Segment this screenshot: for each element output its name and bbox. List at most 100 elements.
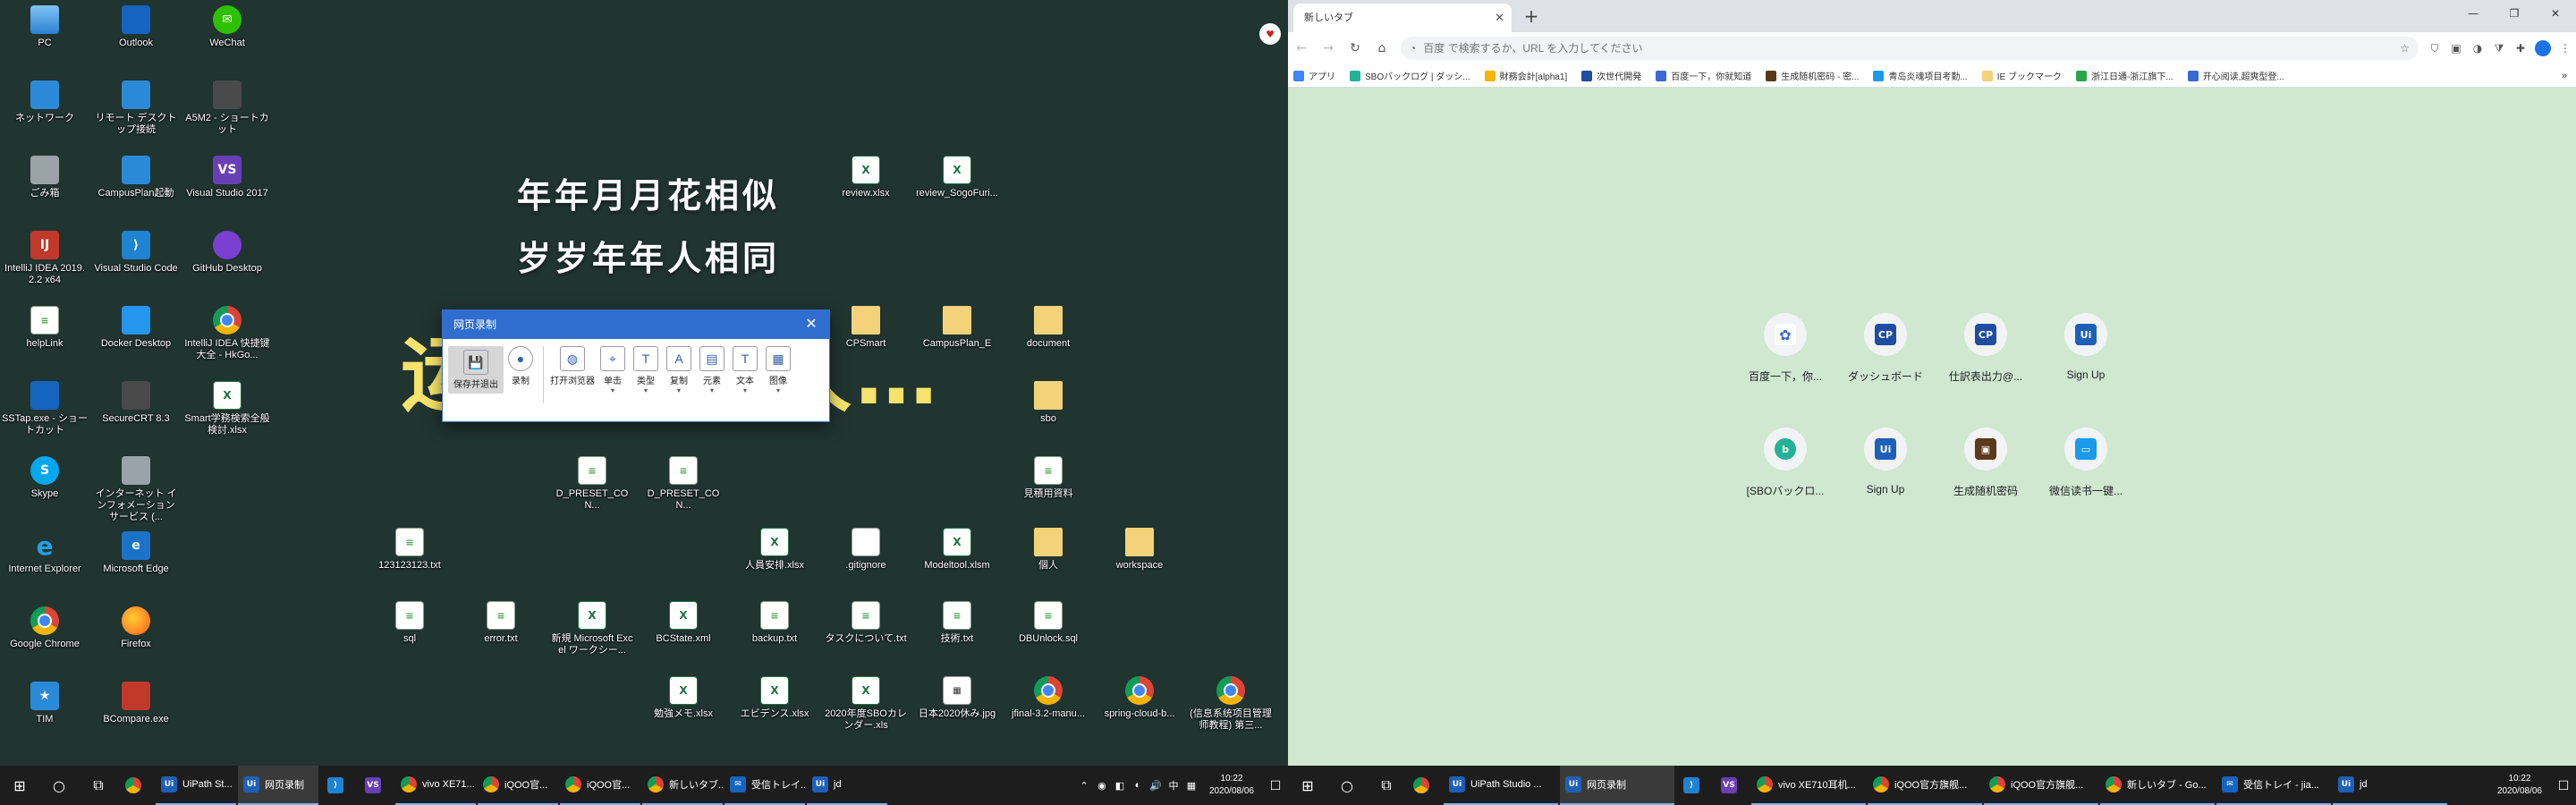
desktop-icon[interactable]: S Skype (2, 456, 88, 500)
search-icon[interactable]: ○ (1327, 766, 1367, 805)
desktop-icon[interactable]: X Modeltool.xlsm (914, 528, 1000, 572)
taskbar-app[interactable]: Ui UiPath Studio ... (1444, 766, 1558, 805)
taskbar-chrome-pin[interactable] (1406, 766, 1442, 805)
desktop-icon[interactable]: SecureCRT 8.3 (93, 381, 179, 425)
taskbar-app[interactable]: 新しいタブ - Go... (2100, 766, 2215, 805)
maximize-icon[interactable]: ❐ (2494, 0, 2535, 27)
floating-tray-icon[interactable]: ♥ (1259, 23, 1281, 45)
desktop-icon[interactable]: ≡ 123123123.txt (367, 528, 453, 572)
record-button[interactable]: ● 录制 (504, 346, 537, 386)
taskbar-app[interactable]: iQOO官方旗舰... (1868, 766, 1982, 805)
taskbar-app[interactable]: vivo XE71... (395, 766, 476, 805)
shortcut-tile[interactable]: Ui Sign Up (2036, 313, 2136, 381)
desktop-icon[interactable]: リモート デスクトップ接続 (93, 80, 179, 136)
desktop-icon[interactable]: SSTap.exe - ショートカット (2, 381, 88, 436)
desktop-icon[interactable]: ✉ WeChat (184, 5, 270, 49)
bookmark-item[interactable]: 浙江日通-浙江旗下... (2076, 69, 2174, 82)
clock[interactable]: 10:22 2020/08/06 (2497, 773, 2542, 798)
taskbar-app[interactable]: 新しいタブ... (642, 766, 723, 805)
taskbar-app[interactable]: iQOO官... (478, 766, 558, 805)
desktop-icon[interactable]: A5M2 - ショートカット (184, 80, 270, 136)
bookmark-item[interactable]: 百度一下，你就知道 (1656, 69, 1751, 82)
desktop-icon[interactable]: ≡ 技術.txt (914, 601, 1000, 645)
profile-avatar[interactable] (2535, 40, 2551, 56)
desktop-icon[interactable]: Xreview.xlsx (823, 156, 909, 199)
tray-app-icon[interactable]: ◐ (1131, 780, 1145, 791)
shortcut-tile[interactable]: CP ダッシュボード (1835, 313, 1936, 384)
forward-arrow-icon[interactable]: → (1315, 41, 1342, 55)
desktop-icon[interactable]: Google Chrome (2, 606, 88, 650)
shortcut-tile[interactable]: ▣ 生成随机密码 (1936, 428, 2036, 498)
element-button[interactable]: ▤ 元素 ▾ (696, 346, 728, 394)
taskbar-app[interactable]: ⟩ (1676, 766, 1712, 805)
chevron-up-icon[interactable]: ⌃ (1077, 780, 1091, 792)
extension-filter-icon[interactable]: ⧩ (2488, 42, 2510, 55)
extension-doc-icon[interactable]: ▣ (2445, 42, 2467, 55)
desktop-icon[interactable]: document (1005, 306, 1091, 350)
ime-indicator[interactable]: 中 (1166, 778, 1181, 792)
shortcut-tile[interactable]: ▭ 微信读书一键... (2036, 428, 2136, 498)
new-tab-plus-icon[interactable]: + (1519, 0, 1544, 32)
taskbar-app[interactable]: Ui 网页录制 (1560, 766, 1674, 805)
desktop-icon[interactable]: ≡ D_PRESET_CON... (640, 456, 726, 512)
omnibox[interactable]: ◔ ☆ (1401, 37, 2419, 60)
notification-icon[interactable]: ☐ (2551, 778, 2576, 793)
type-button[interactable]: T 类型 ▾ (630, 346, 662, 394)
image-button[interactable]: ▦ 图像 ▾ (762, 346, 794, 394)
desktop-icon[interactable]: X 人員安排.xlsx (732, 528, 818, 572)
desktop-icon[interactable]: IntelliJ IDEA 快捷键大全 - HkGo... (184, 306, 270, 361)
taskbar-chrome-pin[interactable] (118, 766, 154, 805)
taskbar-app[interactable]: VS (1714, 766, 1750, 805)
desktop-icon[interactable]: X BCState.xml (640, 601, 726, 645)
taskbar-app[interactable]: ✉ 受信トレイ... (724, 766, 805, 805)
desktop-icon[interactable]: VS Visual Studio 2017 (184, 156, 270, 199)
volume-icon[interactable]: 🔊 (1148, 780, 1163, 792)
taskbar-app[interactable]: Ui 网页录制 (238, 766, 318, 805)
home-icon[interactable]: ⌂ (1368, 41, 1395, 55)
close-icon[interactable]: ✕ (802, 310, 820, 339)
desktop-icon[interactable]: Docker Desktop (93, 306, 179, 350)
taskbar-app[interactable]: Ui UiPath St... (156, 766, 236, 805)
taskbar-app[interactable]: iQOO官方旗舰... (1984, 766, 2098, 805)
windows-start-icon[interactable]: ⊞ (1288, 766, 1327, 805)
desktop-icon[interactable]: ≡ DBUnlock.sql (1005, 601, 1091, 645)
tray-app-icon[interactable]: ◉ (1095, 780, 1109, 792)
minimize-icon[interactable]: — (2453, 0, 2494, 27)
desktop-icon[interactable]: ≡ error.txt (458, 601, 544, 645)
desktop-icon[interactable]: ≡ helpLink (2, 306, 88, 350)
recorder-titlebar[interactable]: 网页录制 ✕ (443, 310, 829, 339)
desktop-icon[interactable]: ≡ sql (367, 601, 453, 645)
desktop-icon[interactable]: インターネット インフォメーション サービス (... (93, 456, 179, 523)
desktop-icon[interactable]: ★ TIM (2, 682, 88, 725)
desktop-icon[interactable]: .gitignore (823, 528, 909, 572)
star-icon[interactable]: ☆ (2400, 42, 2410, 55)
desktop-icon[interactable]: spring-cloud-b... (1097, 676, 1182, 720)
open-browser-button[interactable]: ◍ 打开浏览器 (549, 346, 596, 386)
shortcut-tile[interactable]: Ui Sign Up (1835, 428, 1936, 496)
shortcut-tile[interactable]: CP 仕訳表出力@... (1936, 313, 2036, 384)
address-input[interactable] (1423, 42, 2401, 55)
search-icon[interactable]: ○ (39, 766, 79, 805)
shortcut-tile[interactable]: b [SBOバックロ... (1735, 428, 1835, 498)
extension-circle-icon[interactable]: ◑ (2467, 42, 2488, 55)
desktop-icon[interactable]: ≡ backup.txt (732, 601, 818, 645)
taskbar-app[interactable]: Ui jd (807, 766, 887, 805)
desktop-icon[interactable]: e Microsoft Edge (93, 531, 179, 575)
taskbar-app[interactable]: ✉ 受信トレイ - jia... (2216, 766, 2331, 805)
bookmark-item[interactable]: 財務会計[alpha1] (1484, 69, 1567, 82)
desktop-icon[interactable]: Firefox (93, 606, 179, 650)
desktop-icon[interactable]: GitHub Desktop (184, 231, 270, 275)
grid-icon[interactable]: ▦ (1184, 780, 1199, 792)
bookmark-item[interactable]: 次世代開発 (1581, 69, 1641, 82)
desktop-icon[interactable]: (信息系统项目管理师教程) 第三... (1188, 676, 1274, 732)
bookmark-item[interactable]: 生成随机密码 - 密... (1766, 69, 1859, 82)
desktop-icon[interactable]: 個人 (1005, 528, 1091, 572)
windows-start-icon[interactable]: ⊞ (0, 766, 39, 805)
bookmark-item[interactable]: SBOバックログ | ダッシ... (1350, 69, 1470, 82)
tray-app-icon[interactable]: ◧ (1113, 780, 1127, 792)
desktop-icon[interactable]: ≡ タスクについて.txt (823, 601, 909, 645)
bookmark-item[interactable]: 开心阅读,超爽型登... (2187, 69, 2284, 82)
desktop-icon[interactable]: BCompare.exe (93, 682, 179, 725)
desktop-icon[interactable]: CampusPlan起動 (93, 156, 179, 199)
desktop-icon[interactable]: X 新規 Microsoft Excel ワークシー... (549, 601, 635, 657)
